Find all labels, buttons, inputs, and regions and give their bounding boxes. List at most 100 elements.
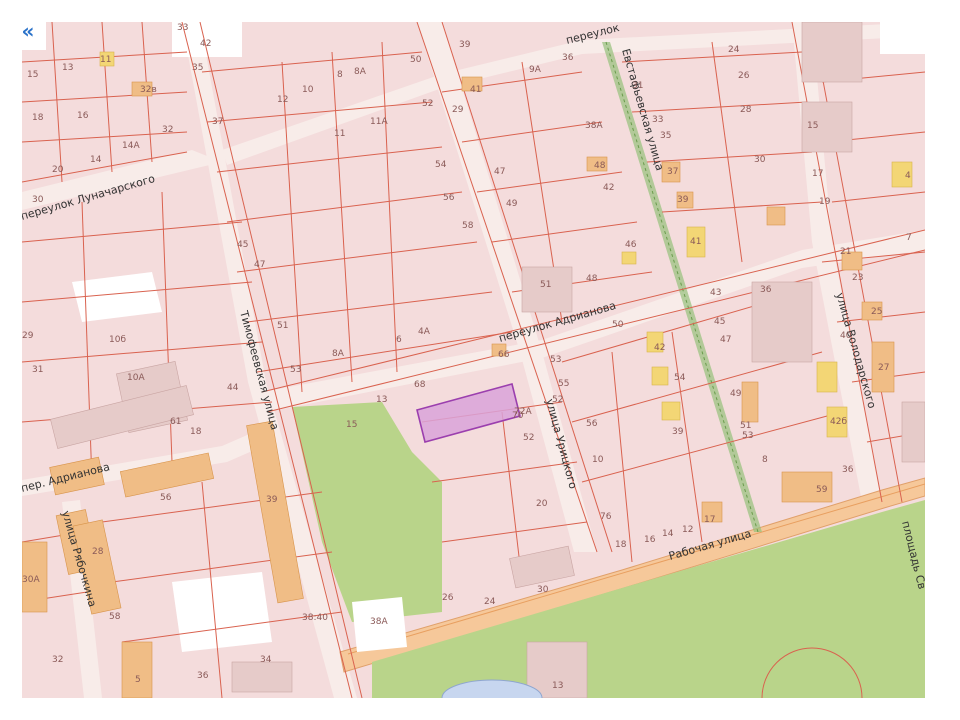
house-number: 15	[807, 121, 818, 131]
cadastral-map[interactable]: переулок Луначарского Тимофеевская улица…	[22, 22, 925, 698]
house-number: 4	[905, 171, 911, 181]
house-number: 23	[852, 273, 863, 283]
house-number: 46	[625, 240, 637, 250]
house-number: 66	[498, 350, 510, 360]
house-number: 18	[32, 113, 44, 123]
house-number: 16	[644, 535, 656, 545]
house-number: 14	[90, 155, 102, 165]
house-number: 35	[660, 131, 671, 141]
house-number: 49	[506, 199, 518, 209]
house-number: 30А	[22, 575, 40, 585]
house-number: 72А	[514, 407, 532, 417]
house-number: 50	[410, 55, 422, 65]
house-number: 61	[170, 417, 181, 427]
house-number: 45	[714, 317, 725, 327]
house-number: 11А	[370, 117, 388, 127]
house-number: 21	[840, 247, 851, 257]
house-number: 45	[237, 240, 248, 250]
house-number: 18	[190, 427, 202, 437]
house-number: 26	[738, 71, 750, 81]
house-number: 8А	[332, 349, 345, 359]
house-number: 53	[742, 431, 753, 441]
house-number: 37	[212, 117, 223, 127]
house-number: 6	[396, 335, 402, 345]
house-number: 15	[27, 70, 38, 80]
house-number: 32	[52, 655, 63, 665]
house-number: 17	[704, 515, 715, 525]
house-number: 52	[552, 395, 563, 405]
house-number: 42б	[830, 417, 847, 427]
house-number: 54	[674, 373, 686, 383]
house-number: 12	[682, 525, 693, 535]
house-number: 9А	[529, 65, 542, 75]
house-number: 52	[523, 433, 534, 443]
house-number: 14	[662, 529, 674, 539]
house-number: 11	[100, 55, 111, 65]
house-number: 10А	[127, 373, 145, 383]
house-number: 44	[227, 383, 239, 393]
house-number: 51	[540, 280, 551, 290]
house-number: 41	[690, 237, 701, 247]
house-number: 38А	[585, 121, 603, 131]
house-number: 24	[728, 45, 740, 55]
house-number: 5	[135, 675, 141, 685]
house-number: 16	[77, 111, 89, 121]
house-number: 13	[62, 63, 73, 73]
house-number: 12	[277, 95, 288, 105]
house-number: 8	[762, 455, 768, 465]
double-chevron-left-icon: «	[21, 19, 35, 43]
open-area-3	[172, 572, 272, 652]
house-number: 42	[603, 183, 614, 193]
house-number: 30	[537, 585, 549, 595]
house-number: 39	[459, 40, 471, 50]
house-number: 39	[672, 427, 684, 437]
house-number: 26	[442, 593, 454, 603]
house-number: 43	[710, 288, 721, 298]
house-number: 11	[334, 129, 345, 139]
house-number: 4А	[418, 327, 431, 337]
house-number: 36	[562, 53, 574, 63]
house-number: 56	[443, 193, 455, 203]
house-number: 38:40	[302, 613, 328, 623]
house-number: 35	[192, 63, 203, 73]
house-number: 20	[536, 499, 548, 509]
house-number: 10	[302, 85, 314, 95]
house-number: 13	[552, 681, 563, 691]
house-number: 56	[160, 493, 172, 503]
house-number: 55	[558, 379, 569, 389]
house-number: 53	[290, 365, 301, 375]
house-number: 32в	[140, 85, 157, 95]
house-number: 54	[435, 160, 447, 170]
collapse-panel-button[interactable]: «	[10, 14, 46, 50]
map-viewport[interactable]: переулок Луначарского Тимофеевская улица…	[22, 22, 925, 698]
house-number: 47	[720, 335, 731, 345]
house-number: 39	[266, 495, 278, 505]
house-number: 10	[592, 455, 604, 465]
house-number: 29	[452, 105, 464, 115]
house-number: 28	[740, 105, 752, 115]
house-number: 48	[586, 274, 598, 284]
house-number: 59	[816, 485, 828, 495]
house-number: 49	[730, 389, 742, 399]
house-number: 19	[819, 197, 831, 207]
house-number: 33	[652, 115, 663, 125]
house-number: 31	[32, 365, 43, 375]
house-number: 47	[494, 167, 505, 177]
house-number: 30	[754, 155, 766, 165]
house-number: 24	[484, 597, 496, 607]
house-number: 41	[470, 85, 481, 95]
house-number: 40	[840, 331, 852, 341]
house-number: 48	[594, 161, 606, 171]
house-number: 42	[200, 39, 211, 49]
house-number: 38А	[370, 617, 388, 627]
house-number: 28	[92, 547, 104, 557]
house-number: 31	[632, 81, 643, 91]
house-number: 25	[871, 307, 882, 317]
corner-panel	[880, 22, 926, 54]
house-number: 36	[760, 285, 772, 295]
house-number: 18	[615, 540, 627, 550]
house-number: 50	[612, 320, 624, 330]
house-number: 14А	[122, 141, 140, 151]
house-number: 52	[422, 99, 433, 109]
house-number: 58	[109, 612, 121, 622]
